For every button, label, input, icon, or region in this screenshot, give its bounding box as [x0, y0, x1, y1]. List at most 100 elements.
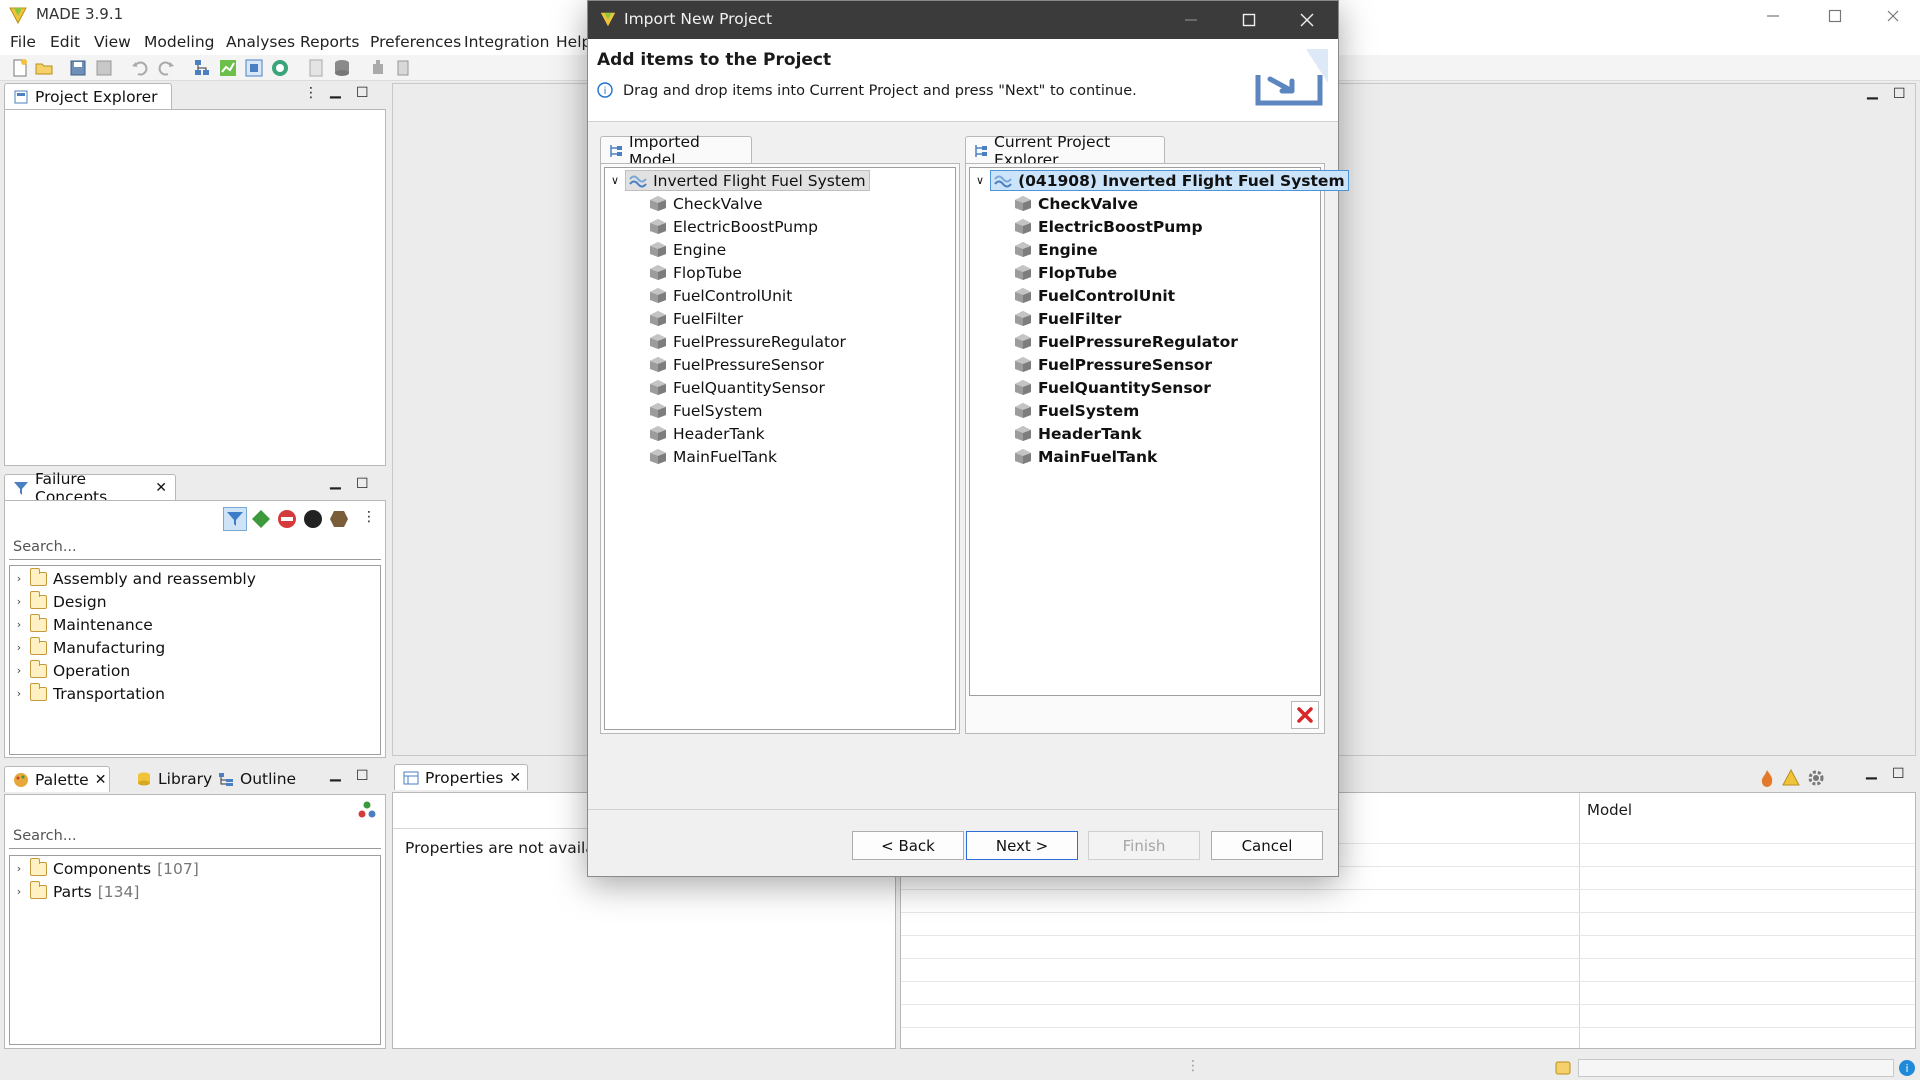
tree-folder-assembly[interactable]: › Assembly and reassembly — [14, 567, 256, 590]
tree-item[interactable]: ElectricBoostPump — [649, 215, 818, 238]
tab-library[interactable]: Library — [128, 766, 220, 792]
tree-item[interactable]: CheckValve — [649, 192, 763, 215]
tab-palette[interactable]: Palette ✕ — [4, 766, 110, 792]
notification-icon[interactable] — [1554, 1059, 1572, 1077]
palette-search-input[interactable]: Search... — [9, 825, 381, 849]
tree-item[interactable]: HeaderTank — [1014, 422, 1142, 445]
tree-folder-parts[interactable]: › Parts [134] — [14, 880, 139, 903]
model-view-icon[interactable] — [244, 58, 264, 78]
tree-item[interactable]: CheckValve — [1014, 192, 1138, 215]
tree-item[interactable]: FuelControlUnit — [1014, 284, 1175, 307]
tab-failure-concepts[interactable]: Failure Concepts ✕ — [4, 470, 176, 506]
chevron-down-icon[interactable]: ∨ — [976, 174, 984, 187]
tree-item[interactable]: FuelFilter — [649, 307, 743, 330]
view-menu-icon[interactable]: ⋮ — [362, 509, 376, 525]
help-icon[interactable] — [394, 58, 414, 78]
menu-view[interactable]: View — [94, 33, 131, 51]
menu-file[interactable]: File — [10, 33, 36, 51]
tree-folder-operation[interactable]: › Operation — [14, 659, 130, 682]
tree-item[interactable]: FuelPressureRegulator — [649, 330, 846, 353]
tab-project-explorer[interactable]: Project Explorer — [4, 83, 172, 109]
palette-tool-icon[interactable] — [357, 800, 377, 820]
chevron-right-icon[interactable]: › — [14, 572, 24, 585]
minimize-view-icon[interactable]: ▁ — [1867, 84, 1878, 100]
menu-reports[interactable]: Reports — [300, 33, 359, 51]
close-tab-icon[interactable]: ✕ — [155, 480, 167, 496]
maximize-view-icon[interactable]: ☐ — [1892, 766, 1905, 782]
menu-preferences[interactable]: Preferences — [370, 33, 461, 51]
save-all-icon[interactable] — [94, 58, 114, 78]
chevron-right-icon[interactable]: › — [14, 885, 24, 898]
no-entry-icon[interactable] — [277, 509, 297, 529]
chevron-right-icon[interactable]: › — [14, 687, 24, 700]
chart-icon[interactable] — [218, 58, 238, 78]
chevron-right-icon[interactable]: › — [14, 618, 24, 631]
gear-icon[interactable] — [1806, 768, 1826, 788]
minimize-view-icon[interactable]: ▁ — [330, 474, 341, 490]
hierarchy-icon[interactable] — [192, 58, 212, 78]
tab-imported-model[interactable]: Imported Model — [600, 133, 752, 169]
tree-folder-maintenance[interactable]: › Maintenance — [14, 613, 153, 636]
remove-item-button[interactable] — [1291, 701, 1319, 729]
tree-item[interactable]: HeaderTank — [649, 422, 765, 445]
chevron-right-icon[interactable]: › — [14, 664, 24, 677]
menu-integration[interactable]: Integration — [464, 33, 549, 51]
tree-folder-components[interactable]: › Components [107] — [14, 857, 199, 880]
save-icon[interactable] — [68, 58, 88, 78]
tab-current-project-explorer[interactable]: Current Project Explorer — [965, 133, 1165, 169]
close-tab-icon[interactable]: ✕ — [509, 770, 521, 786]
menu-analyses[interactable]: Analyses — [226, 33, 295, 51]
tree-folder-transportation[interactable]: › Transportation — [14, 682, 165, 705]
tree-item[interactable]: FuelPressureSensor — [649, 353, 824, 376]
tree-item[interactable]: FuelSystem — [1014, 399, 1139, 422]
database-icon[interactable] — [332, 58, 352, 78]
chevron-down-icon[interactable]: ∨ — [611, 174, 619, 187]
tree-item[interactable]: Engine — [649, 238, 726, 261]
warning-icon[interactable] — [1782, 769, 1800, 787]
next-button[interactable]: Next > — [966, 831, 1078, 860]
open-folder-icon[interactable] — [34, 58, 54, 78]
tree-item[interactable]: FuelPressureSensor — [1014, 353, 1212, 376]
tree-folder-design[interactable]: › Design — [14, 590, 107, 613]
minimize-view-icon[interactable]: ▁ — [330, 83, 341, 99]
filter-funnel-icon[interactable] — [223, 507, 247, 531]
maximize-button[interactable] — [1812, 0, 1858, 31]
tree-item[interactable]: FuelPressureRegulator — [1014, 330, 1238, 353]
tree-item[interactable]: FuelControlUnit — [649, 284, 792, 307]
redo-icon[interactable] — [156, 58, 176, 78]
black-circle-icon[interactable] — [303, 509, 323, 529]
tab-outline[interactable]: Outline — [210, 766, 304, 792]
back-button[interactable]: < Back — [852, 831, 964, 860]
chevron-right-icon[interactable]: › — [14, 641, 24, 654]
tree-item[interactable]: FlopTube — [1014, 261, 1117, 284]
tree-folder-manufacturing[interactable]: › Manufacturing — [14, 636, 165, 659]
view-menu-icon[interactable]: ⋮ — [304, 85, 318, 101]
maximize-view-icon[interactable]: ☐ — [356, 768, 369, 784]
tree-item[interactable]: FuelSystem — [649, 399, 763, 422]
close-window-button[interactable] — [1870, 0, 1916, 31]
tree-item[interactable]: FlopTube — [649, 261, 742, 284]
maximize-view-icon[interactable]: ☐ — [356, 85, 369, 101]
menu-modeling[interactable]: Modeling — [144, 33, 215, 51]
plugin-icon[interactable] — [368, 58, 388, 78]
tree-item[interactable]: MainFuelTank — [649, 445, 777, 468]
failure-search-input[interactable]: Search... — [9, 536, 381, 560]
tab-properties[interactable]: Properties ✕ — [394, 764, 528, 790]
maximize-view-icon[interactable]: ☐ — [356, 476, 369, 492]
maximize-view-icon[interactable]: ☐ — [1893, 86, 1906, 102]
minimize-view-icon[interactable]: ▁ — [330, 766, 341, 782]
tree-item[interactable]: FuelQuantitySensor — [649, 376, 825, 399]
tree-item[interactable]: ElectricBoostPump — [1014, 215, 1203, 238]
dialog-close-button[interactable] — [1300, 13, 1314, 27]
column-header-model[interactable]: Model — [1587, 801, 1632, 819]
tree-item[interactable]: FuelFilter — [1014, 307, 1121, 330]
document-icon[interactable] — [306, 58, 326, 78]
brown-hexagon-icon[interactable] — [329, 509, 349, 529]
close-tab-icon[interactable]: ✕ — [95, 772, 107, 788]
chevron-right-icon[interactable]: › — [14, 862, 24, 875]
tree-item[interactable]: MainFuelTank — [1014, 445, 1157, 468]
tree-item[interactable]: Engine — [1014, 238, 1098, 261]
tree-item[interactable]: FuelQuantitySensor — [1014, 376, 1211, 399]
chevron-right-icon[interactable]: › — [14, 595, 24, 608]
fire-warning-icon[interactable] — [1758, 769, 1776, 787]
